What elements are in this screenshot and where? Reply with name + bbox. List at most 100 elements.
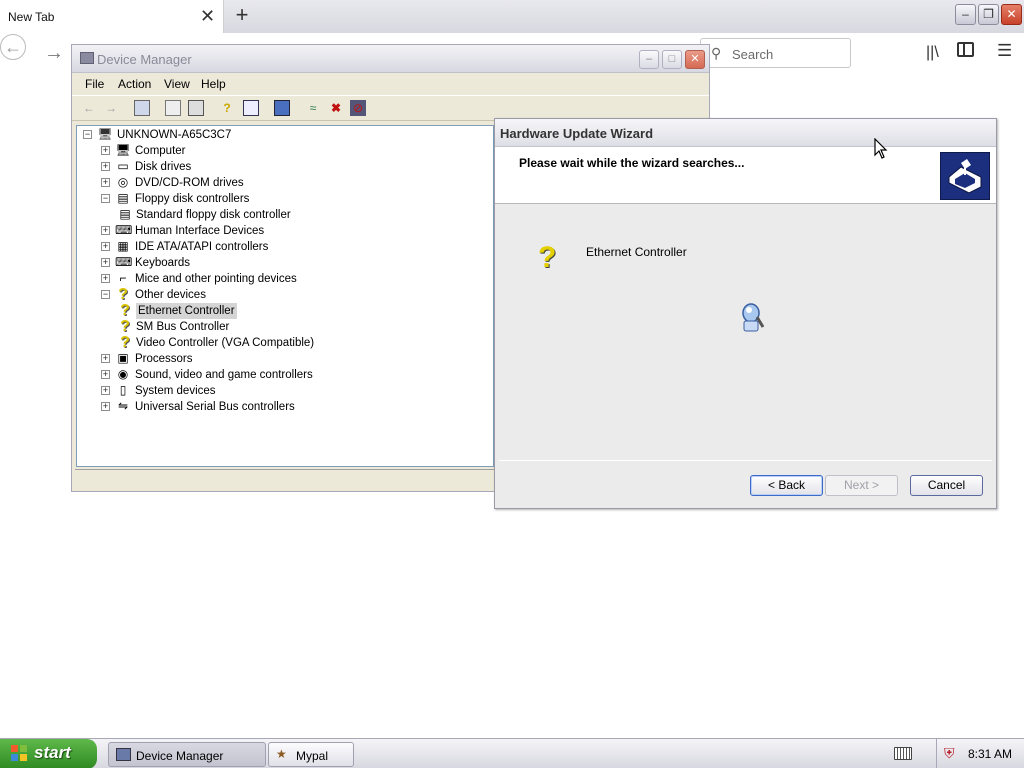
dm-close-button[interactable]: ✕	[685, 50, 705, 69]
taskbar-item-label: Device Manager	[136, 749, 224, 763]
search-placeholder: Search	[732, 47, 774, 62]
tree-item-label: Ethernet Controller	[136, 303, 237, 319]
tab-title: New Tab	[8, 10, 55, 24]
sound-icon: ◉	[117, 367, 129, 381]
expand-icon[interactable]: +	[101, 354, 110, 363]
tree-item-label: Video Controller (VGA Compatible)	[136, 337, 315, 349]
usb-icon: ⇋	[117, 399, 129, 413]
expand-icon[interactable]: +	[101, 370, 110, 379]
cancel-button[interactable]: Cancel	[910, 475, 983, 496]
wizard-title: Hardware Update Wizard	[500, 126, 654, 141]
tree-item-label: DVD/CD-ROM drives	[135, 177, 244, 189]
browser-tab-bar: New Tab ✕ + – ❐ ✕	[0, 0, 1024, 33]
next-button[interactable]: Next >	[825, 475, 898, 496]
tree-item-label: Other devices	[135, 289, 206, 301]
back-arrow-icon[interactable]: ←	[0, 34, 26, 60]
expand-icon[interactable]: +	[101, 226, 110, 235]
tree-item-label: Human Interface Devices	[135, 225, 265, 237]
expand-icon[interactable]: +	[101, 146, 110, 155]
help-icon[interactable]: ?	[219, 100, 235, 116]
menu-file[interactable]: File	[85, 77, 104, 91]
collapse-icon[interactable]: −	[83, 130, 92, 139]
new-tab-button[interactable]: +	[232, 4, 252, 26]
expand-icon[interactable]: +	[101, 386, 110, 395]
expand-icon[interactable]: +	[101, 274, 110, 283]
view-icon[interactable]	[243, 100, 259, 116]
expand-icon[interactable]: +	[101, 242, 110, 251]
expand-icon[interactable]: +	[101, 178, 110, 187]
start-label: start	[34, 743, 71, 762]
browser-minimize-button[interactable]: –	[955, 4, 976, 25]
start-button[interactable]: start	[0, 739, 97, 768]
tab-new-tab[interactable]: New Tab ✕	[0, 0, 224, 33]
mouse-icon: ⌐	[119, 271, 127, 285]
collapse-icon[interactable]: −	[101, 290, 110, 299]
cdrom-icon: ◎	[117, 175, 129, 189]
mypal-icon: ★	[276, 747, 287, 761]
unknown-device-icon: ?	[538, 241, 557, 274]
browser-maximize-button[interactable]: ❐	[978, 4, 999, 25]
forward-arrow-icon[interactable]: →	[44, 42, 64, 64]
back-button[interactable]: < Back	[750, 475, 823, 496]
keyboard-layout-icon[interactable]	[894, 747, 912, 760]
taskbar: start Device Manager ★ Mypal ⛨ 8:31 AM	[0, 738, 1024, 768]
device-manager-titlebar[interactable]: Device Manager – □ ✕	[72, 45, 709, 73]
menu-view[interactable]: View	[164, 77, 190, 91]
tab-strip	[224, 0, 1024, 33]
back-arrow-icon[interactable]: ←	[81, 100, 97, 116]
menu-help[interactable]: Help	[201, 77, 226, 91]
taskbar-item-device-manager[interactable]: Device Manager	[108, 742, 266, 767]
uninstall-icon[interactable]: ✖	[328, 100, 344, 116]
browser-close-button[interactable]: ✕	[1001, 4, 1022, 25]
properties-icon[interactable]	[165, 100, 181, 116]
show-hide-tree-icon[interactable]	[134, 100, 150, 116]
update-driver-icon[interactable]	[274, 100, 290, 116]
device-manager-title: Device Manager	[97, 52, 192, 67]
tree-item-label: Mice and other pointing devices	[135, 273, 297, 285]
tree-item-label: Computer	[135, 145, 186, 157]
floppy-icon: ▤	[117, 191, 129, 205]
tree-item-label: System devices	[135, 385, 216, 397]
disk-icon: ▭	[117, 159, 129, 173]
floppy-controller-icon: ▤	[119, 207, 131, 221]
forward-arrow-icon[interactable]: →	[103, 100, 119, 116]
library-icon[interactable]: ||\	[926, 44, 939, 62]
device-tree[interactable]: − 🖥 UNKNOWN-A65C3C7 + 🖥 Computer + ▭ Disk dri…	[76, 125, 494, 467]
dm-minimize-button[interactable]: –	[639, 50, 659, 69]
search-input[interactable]: ⚲ Search	[700, 38, 851, 68]
hid-icon: ⌨	[115, 223, 133, 237]
processor-icon: ▣	[117, 351, 129, 365]
clock[interactable]: 8:31 AM	[968, 747, 1012, 761]
dm-maximize-button[interactable]: □	[662, 50, 682, 69]
expand-icon[interactable]: +	[101, 162, 110, 171]
sidebar-icon[interactable]	[957, 42, 974, 57]
wizard-titlebar[interactable]: Hardware Update Wizard	[495, 119, 996, 147]
dm-menubar: File Action View Help	[72, 74, 709, 94]
unknown-device-icon: ?	[120, 334, 130, 351]
hamburger-menu-icon[interactable]: ☰	[997, 41, 1012, 61]
tree-item-label: Standard floppy disk controller	[136, 209, 291, 221]
scan-hardware-icon[interactable]: ≈	[305, 100, 321, 116]
unknown-device-icon: ?	[120, 302, 130, 319]
tree-item-label: Universal Serial Bus controllers	[135, 401, 295, 413]
unknown-device-icon: ?	[118, 286, 128, 303]
tree-item-label: SM Bus Controller	[136, 321, 230, 333]
wizard-header: Please wait while the wizard searches...	[495, 147, 996, 204]
taskbar-item-mypal[interactable]: ★ Mypal	[268, 742, 354, 767]
tree-root-label: UNKNOWN-A65C3C7	[117, 129, 232, 141]
menu-action[interactable]: Action	[118, 77, 151, 91]
expand-icon[interactable]: +	[101, 258, 110, 267]
print-icon[interactable]	[188, 100, 204, 116]
computer-icon: 🖥	[115, 143, 131, 157]
security-shield-icon[interactable]: ⛨	[944, 745, 955, 762]
tab-close-icon[interactable]: ✕	[200, 6, 215, 26]
device-manager-icon	[80, 52, 94, 64]
tree-item-label: IDE ATA/ATAPI controllers	[135, 241, 269, 253]
disable-icon[interactable]: ⊘	[350, 100, 366, 116]
expand-icon[interactable]: +	[101, 402, 110, 411]
unknown-device-icon: ?	[120, 318, 130, 335]
computer-icon: 🖥	[97, 127, 113, 141]
collapse-icon[interactable]: −	[101, 194, 110, 203]
tree-item-label: Keyboards	[135, 257, 190, 269]
wizard-device-name: Ethernet Controller	[586, 245, 687, 259]
